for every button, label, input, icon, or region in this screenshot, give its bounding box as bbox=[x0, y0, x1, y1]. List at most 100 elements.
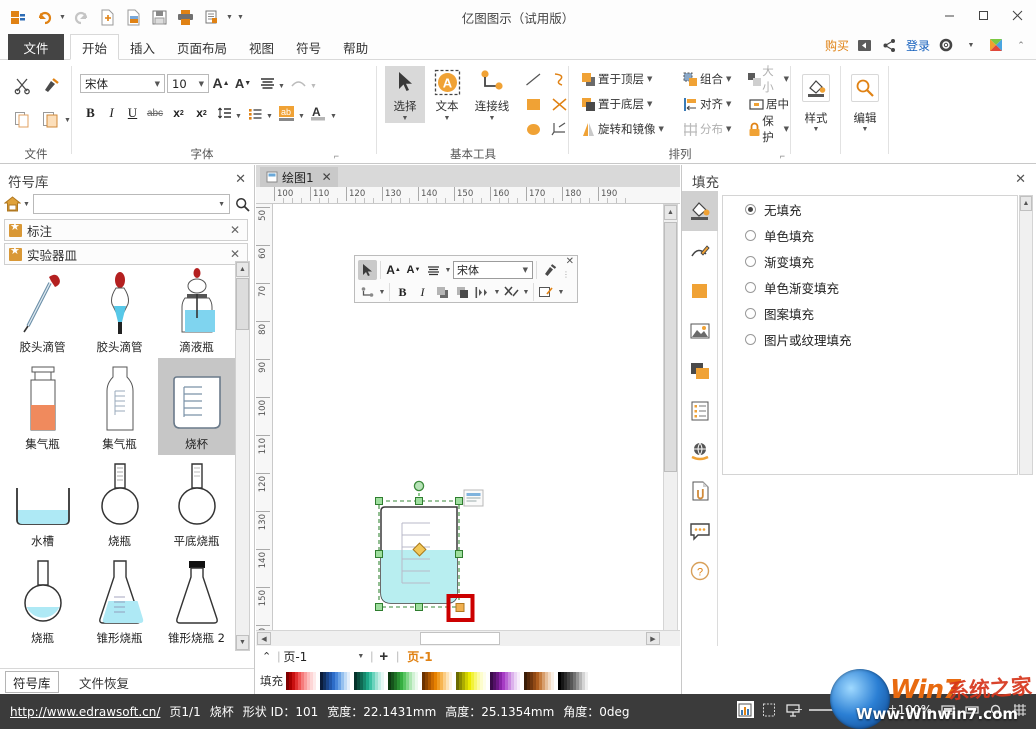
search-icon[interactable] bbox=[233, 195, 251, 213]
radio-button[interactable] bbox=[745, 204, 756, 215]
increase-font-icon[interactable]: A▲ bbox=[384, 260, 403, 280]
symbol-item-round-flask[interactable]: 烧瓶 bbox=[81, 455, 158, 552]
scroll-left-icon[interactable]: ◀ bbox=[257, 632, 271, 645]
chevron-down-icon[interactable]: ▼ bbox=[784, 125, 789, 133]
send-back-icon[interactable] bbox=[453, 282, 472, 302]
canvas-horizontal-scrollbar[interactable]: ◀ ▶ bbox=[256, 630, 680, 646]
page-select-value[interactable]: 页-1 bbox=[280, 648, 307, 665]
scroll-right-icon[interactable]: ▶ bbox=[646, 632, 660, 645]
chevron-down-icon[interactable]: ▼ bbox=[647, 75, 652, 83]
chevron-down-icon[interactable]: ▼ bbox=[155, 80, 164, 88]
zoom-out-icon[interactable]: – bbox=[795, 701, 802, 716]
highlight-icon[interactable]: ab bbox=[276, 102, 297, 124]
fit-width-icon[interactable] bbox=[963, 701, 980, 718]
chevron-down-icon[interactable]: ▼ bbox=[726, 75, 731, 83]
italic-icon[interactable]: I bbox=[102, 102, 121, 124]
align-caret-icon[interactable]: ▼ bbox=[444, 267, 452, 274]
strikethrough-icon[interactable]: abc bbox=[144, 102, 166, 124]
radio-button[interactable] bbox=[745, 334, 756, 345]
chevron-down-icon[interactable]: ▼ bbox=[647, 100, 652, 108]
fill-option-5[interactable]: 图片或纹理填充 bbox=[723, 326, 1017, 352]
italic-icon[interactable]: I bbox=[413, 282, 432, 302]
underline-icon[interactable]: U bbox=[123, 102, 142, 124]
edraw-url-link[interactable]: http://www.edrawsoft.cn/ bbox=[10, 705, 160, 719]
decrease-font-icon[interactable]: A▼ bbox=[404, 260, 423, 280]
radio-button[interactable] bbox=[745, 256, 756, 267]
bold-icon[interactable]: B bbox=[81, 102, 100, 124]
tab-insert[interactable]: 插入 bbox=[119, 34, 166, 60]
connector-tool-icon[interactable] bbox=[358, 282, 377, 302]
symbol-item-round-flask-filled[interactable]: 烧瓶 bbox=[4, 552, 81, 649]
layer-tab-icon[interactable] bbox=[682, 351, 718, 391]
share-export-icon[interactable] bbox=[856, 36, 874, 54]
tools-caret-icon[interactable]: ▼ bbox=[522, 289, 530, 296]
curve-text-icon[interactable] bbox=[288, 73, 308, 93]
document-tab[interactable]: 绘图1 ✕ bbox=[260, 167, 338, 187]
select-tool[interactable]: 选择 ▼ bbox=[385, 66, 425, 123]
chevron-down-icon[interactable]: ▼ bbox=[427, 114, 467, 123]
chevron-down-icon[interactable]: ▼ bbox=[357, 653, 364, 660]
symbol-item-dropper-bottle[interactable]: 滴液瓶 bbox=[158, 261, 235, 358]
chevron-down-icon[interactable]: ▼ bbox=[784, 75, 789, 83]
font-dialog-launcher[interactable]: ⌐ bbox=[334, 151, 339, 161]
bullet-list-icon[interactable] bbox=[245, 102, 265, 124]
chevron-down-icon[interactable]: ▼ bbox=[23, 201, 30, 208]
tab-symbol-library[interactable]: 符号库 bbox=[5, 671, 59, 693]
close-icon[interactable]: ✕ bbox=[230, 223, 240, 237]
curve-caret-icon[interactable]: ▼ bbox=[309, 74, 318, 98]
color-swatch[interactable] bbox=[585, 672, 588, 690]
symbol-item-beaker[interactable]: 烧杯 bbox=[158, 358, 235, 455]
chevron-down-icon[interactable]: ▼ bbox=[841, 126, 889, 133]
close-icon[interactable]: ✕ bbox=[230, 247, 240, 261]
highlight-caret-icon[interactable]: ▼ bbox=[297, 104, 306, 128]
close-button[interactable] bbox=[1000, 2, 1034, 28]
color-swatches[interactable] bbox=[286, 672, 588, 690]
bring-front-icon[interactable] bbox=[433, 282, 452, 302]
group-button[interactable]: 组合 ▼ bbox=[679, 68, 733, 90]
scrollbar-thumb[interactable] bbox=[664, 222, 677, 472]
symbol-item-conical-flask[interactable]: 锥形烧瓶 bbox=[81, 552, 158, 649]
fill-option-3[interactable]: 单色渐变填充 bbox=[723, 274, 1017, 300]
chevron-down-icon[interactable]: ▼ bbox=[469, 114, 515, 123]
font-color-icon[interactable]: A bbox=[308, 102, 329, 124]
increase-font-icon[interactable]: A▲ bbox=[211, 72, 231, 94]
fill-panel-scrollbar[interactable]: ▲ bbox=[1019, 195, 1033, 475]
tab-file-recovery[interactable]: 文件恢复 bbox=[72, 671, 136, 693]
radio-button[interactable] bbox=[745, 282, 756, 293]
ellipse-shape-icon[interactable] bbox=[521, 118, 545, 140]
floating-font-combo[interactable]: 宋体 ▼ bbox=[453, 261, 533, 279]
comment-tab-icon[interactable] bbox=[682, 511, 718, 551]
line-spacing-icon[interactable] bbox=[214, 102, 234, 124]
line-tab-icon[interactable] bbox=[682, 231, 718, 271]
chevron-down-icon[interactable]: ▼ bbox=[385, 114, 425, 123]
connector-tool[interactable]: 连接线 ▼ bbox=[469, 66, 515, 123]
text-tool[interactable]: A 文本 ▼ bbox=[427, 66, 467, 123]
grid-icon[interactable] bbox=[1011, 701, 1028, 718]
arrange-dialog-launcher[interactable]: ⌐ bbox=[780, 151, 785, 161]
connector-caret-icon[interactable]: ▼ bbox=[378, 289, 386, 296]
chevron-down-icon[interactable]: ▼ bbox=[726, 100, 731, 108]
floating-toolbar-close-icon[interactable]: ✕ bbox=[566, 256, 574, 267]
line-style-caret-icon[interactable]: ▼ bbox=[557, 289, 565, 296]
rotate-mirror-button[interactable]: 旋转和镜像 ▼ bbox=[577, 118, 666, 140]
fill-style-icon[interactable] bbox=[802, 74, 830, 102]
font-color-caret-icon[interactable]: ▼ bbox=[329, 104, 338, 128]
format-painter-icon[interactable] bbox=[540, 260, 559, 280]
picture-tab-icon[interactable] bbox=[682, 311, 718, 351]
line-spacing-caret-icon[interactable]: ▼ bbox=[234, 104, 243, 128]
tab-file[interactable]: 文件 bbox=[8, 34, 64, 60]
align-objects-icon[interactable] bbox=[473, 282, 492, 302]
shadow-tab-icon[interactable] bbox=[682, 271, 718, 311]
fit-page-icon[interactable] bbox=[939, 701, 956, 718]
tab-help[interactable]: 帮助 bbox=[332, 34, 379, 60]
scroll-down-icon[interactable]: ▼ bbox=[236, 635, 249, 650]
cut-icon[interactable] bbox=[9, 72, 35, 98]
tools-icon[interactable] bbox=[502, 282, 521, 302]
chevron-up-icon[interactable]: ⌃ bbox=[256, 650, 277, 663]
font-family-combo[interactable]: 宋体 ▼ bbox=[80, 74, 165, 93]
align-objects-caret-icon[interactable]: ▼ bbox=[493, 289, 501, 296]
send-to-back-button[interactable]: 置于底层 ▼ bbox=[577, 93, 654, 115]
add-page-icon[interactable]: + bbox=[379, 648, 388, 665]
symbol-scrollbar[interactable]: ▲ ▼ bbox=[235, 261, 250, 651]
zoom-in-icon[interactable]: + bbox=[889, 700, 897, 716]
